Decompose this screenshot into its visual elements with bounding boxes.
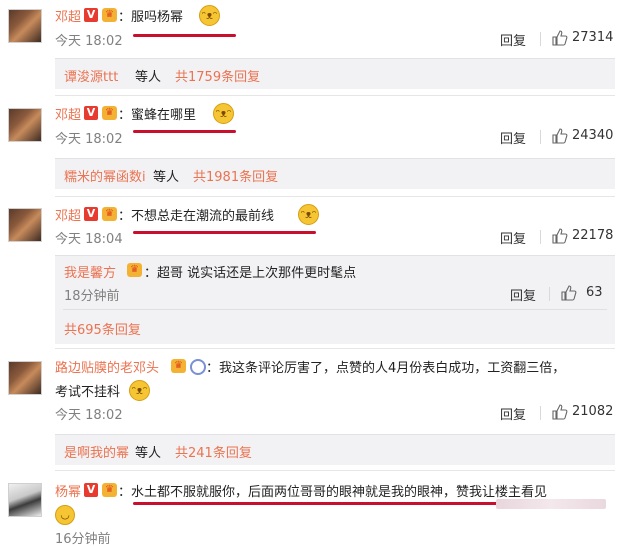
comment-time: 今天 18:02 xyxy=(55,34,123,49)
comment-time: 今天 18:02 xyxy=(55,132,123,147)
comment-text: ：不想总走在潮流的最前线 xyxy=(118,209,275,224)
thumbs-up-icon[interactable] xyxy=(552,228,568,244)
thumbs-up-icon[interactable] xyxy=(561,285,577,301)
reply-button[interactable]: 回复 xyxy=(500,128,526,147)
comment-text: ：水土都不服就服你，后面两位哥哥的眼神就是我的眼神，赞我让楼主看见 xyxy=(118,485,548,500)
commenter-name[interactable]: 邓超 xyxy=(55,104,81,123)
annotation-underline xyxy=(133,502,498,505)
divider xyxy=(540,406,541,420)
doge-emoji-icon: ᵔᴥᵔ xyxy=(298,204,319,225)
comment-text: ：服吗杨幂 xyxy=(118,10,184,25)
comment-text: ：蜜蜂在哪里 xyxy=(118,108,197,123)
divider xyxy=(549,287,550,301)
reply-count-link[interactable]: 共695条回复 xyxy=(64,319,141,338)
thumbs-up-icon[interactable] xyxy=(552,30,568,46)
comment-time: 今天 18:04 xyxy=(55,232,123,247)
crown-icon: ♛ xyxy=(102,8,117,22)
reply-user-link[interactable]: 谭浚源ttt xyxy=(64,66,118,85)
thumbs-up-icon[interactable] xyxy=(552,128,568,144)
comment-time: 16分钟前 xyxy=(55,532,111,547)
commenter-name[interactable]: 路边贴膜的老邓头 xyxy=(55,357,159,376)
like-count: 21082 xyxy=(572,404,614,419)
like-count: 27314 xyxy=(572,30,614,45)
crown-icon: ♛ xyxy=(102,207,117,221)
avatar[interactable] xyxy=(8,208,42,242)
crown-icon: ♛ xyxy=(102,106,117,120)
reply-user-link[interactable]: 糯米的幂函数i xyxy=(64,166,146,185)
verified-icon: V xyxy=(84,207,98,221)
reply-count-link[interactable]: 共1981条回复 xyxy=(193,166,278,185)
avatar[interactable] xyxy=(8,9,42,43)
reply-button[interactable]: 回复 xyxy=(500,228,526,247)
annotation-underline xyxy=(133,130,236,133)
divider xyxy=(540,130,541,144)
reply-summary-box: 谭浚源ttt 等人 共1759条回复 xyxy=(55,58,615,89)
reply-user-link[interactable]: 是啊我的幂 xyxy=(64,442,129,461)
divider xyxy=(55,470,615,471)
avatar[interactable] xyxy=(8,108,42,142)
avatar[interactable] xyxy=(8,361,42,395)
reply-button[interactable]: 回复 xyxy=(510,285,536,304)
reply-mid-text: 等人 xyxy=(135,446,162,461)
reply-count-link[interactable]: 共241条回复 xyxy=(175,442,252,461)
reply-count-link[interactable]: 共1759条回复 xyxy=(175,66,260,85)
crown-icon: ♛ xyxy=(102,483,117,497)
divider xyxy=(540,230,541,244)
badge-icon xyxy=(190,359,206,375)
verified-icon: V xyxy=(84,106,98,120)
divider xyxy=(55,196,615,197)
like-count: 22178 xyxy=(572,228,614,243)
reply-summary-box: 糯米的幂函数i 等人 共1981条回复 xyxy=(55,158,615,189)
crown-icon: ♛ xyxy=(171,359,186,373)
divider xyxy=(540,32,541,46)
annotation-underline xyxy=(133,34,236,37)
commenter-name[interactable]: 邓超 xyxy=(55,205,81,224)
divider xyxy=(55,95,615,96)
crown-icon: ♛ xyxy=(127,263,142,277)
reply-user-link[interactable]: 我是馨方 xyxy=(64,262,116,281)
annotation-underline xyxy=(133,231,316,234)
verified-icon: V xyxy=(84,8,98,22)
thumbs-up-icon[interactable] xyxy=(552,404,568,420)
doge-emoji-icon: ᵔᴥᵔ xyxy=(129,380,150,401)
reply-text: ：超哥 说实话还是上次那件更时髦点 xyxy=(144,266,357,281)
commenter-name[interactable]: 杨幂 xyxy=(55,481,81,500)
reply-mid-text: 等人 xyxy=(153,170,180,185)
watermark-blur xyxy=(496,499,606,509)
reply-mid-text: 等人 xyxy=(135,70,162,85)
like-count: 63 xyxy=(586,285,603,300)
like-count: 24340 xyxy=(572,128,614,143)
reply-summary-box: 是啊我的幂 等人 共241条回复 xyxy=(55,434,615,465)
verified-icon: V xyxy=(84,483,98,497)
divider xyxy=(63,309,607,310)
smile-emoji-icon: ◡ xyxy=(55,505,75,525)
commenter-name[interactable]: 邓超 xyxy=(55,6,81,25)
reply-button[interactable]: 回复 xyxy=(500,30,526,49)
comment-time: 今天 18:02 xyxy=(55,408,123,423)
divider xyxy=(55,348,615,349)
doge-emoji-icon: ᵔᴥᵔ xyxy=(199,5,220,26)
doge-emoji-icon: ᵔᴥᵔ xyxy=(213,103,234,124)
comment-text-line2: 考试不挂科 xyxy=(55,385,121,400)
reply-thread-box: 我是馨方 ♛ ：超哥 说实话还是上次那件更时髦点 18分钟前 回复 63 共69… xyxy=(55,255,615,344)
comment-text-line1: ：我这条评论厉害了，点赞的人4月份表白成功，工资翻三倍， xyxy=(206,361,566,376)
reply-time: 18分钟前 xyxy=(64,289,120,304)
avatar[interactable] xyxy=(8,483,42,517)
reply-button[interactable]: 回复 xyxy=(500,404,526,423)
